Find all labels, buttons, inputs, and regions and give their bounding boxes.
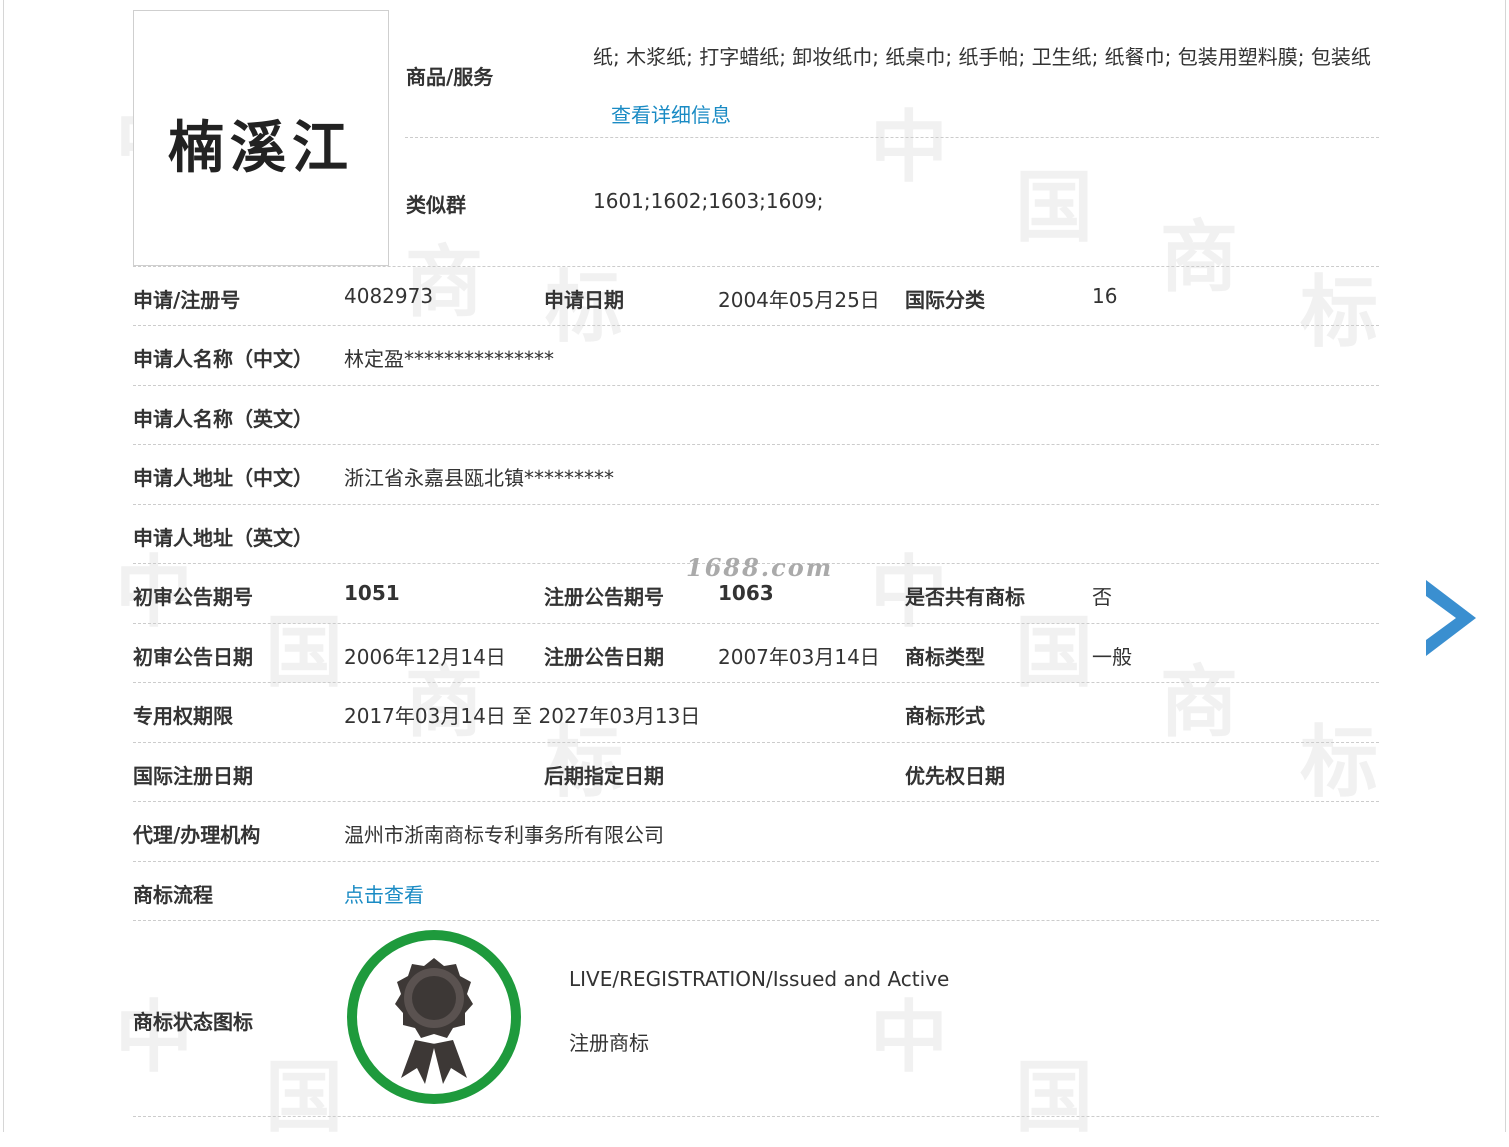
divider (133, 682, 1379, 683)
applicant-cn-label: 申请人名称（中文） (133, 347, 313, 371)
process-link[interactable]: 点击查看 (344, 879, 424, 908)
apply-date-label: 申请日期 (544, 288, 624, 312)
applicant-cn-value: 林定盈*************** (344, 347, 554, 371)
divider (133, 325, 1379, 326)
divider (133, 1116, 1379, 1117)
goods-label: 商品/服务 (406, 65, 494, 89)
priority-date-label: 优先权日期 (905, 764, 1005, 788)
intl-reg-date-label: 国际注册日期 (133, 764, 253, 788)
watermark-char: 中 (870, 993, 949, 1083)
divider (133, 385, 1379, 386)
divider (133, 266, 1379, 267)
shared-value: 否 (1092, 585, 1112, 609)
registration-badge-icon (347, 930, 521, 1104)
next-arrow-icon[interactable] (1426, 580, 1476, 656)
watermark-char: 国 (265, 608, 344, 698)
divider (133, 920, 1379, 921)
address-en-label: 申请人地址（英文） (133, 526, 313, 550)
status-en: LIVE/REGISTRATION/Issued and Active (569, 967, 950, 991)
agency-value: 温州市浙南商标专利事务所有限公司 (344, 823, 664, 847)
prelim-issue-value: 1051 (344, 581, 400, 605)
watermark-char: 国 (1015, 163, 1094, 253)
prelim-date-label: 初审公告日期 (133, 645, 253, 669)
address-cn-value: 浙江省永嘉县瓯北镇********* (344, 466, 614, 490)
frame-left-border (3, 0, 4, 1132)
reg-date-value: 2007年03月14日 (718, 645, 880, 669)
divider (133, 444, 1379, 445)
goods-detail-link[interactable]: 查看详细信息 (611, 103, 731, 127)
status-icon-label: 商标状态图标 (133, 1010, 253, 1034)
reg-date-label: 注册公告日期 (544, 645, 664, 669)
divider (133, 861, 1379, 862)
exclusive-period-label: 专用权期限 (133, 704, 233, 728)
watermark-char: 国 (1015, 1053, 1094, 1143)
watermark-char: 国 (1015, 608, 1094, 698)
shared-label: 是否共有商标 (905, 585, 1025, 609)
goods-list: 纸; 木浆纸; 打字蜡纸; 卸妆纸巾; 纸桌巾; 纸手帕; 卫生纸; 纸餐巾; … (593, 28, 1383, 144)
divider (133, 504, 1379, 505)
process-label: 商标流程 (133, 883, 213, 907)
divider (133, 623, 1379, 624)
address-cn-label: 申请人地址（中文） (133, 466, 313, 490)
tm-type-label: 商标类型 (905, 645, 985, 669)
prelim-issue-label: 初审公告期号 (133, 585, 253, 609)
reg-issue-value: 1063 (718, 581, 774, 605)
site-watermark: 1688.com (686, 553, 834, 582)
intl-class-label: 国际分类 (905, 288, 985, 312)
trademark-image: 楠溪江 (133, 10, 389, 266)
watermark-char: 国 (265, 1053, 344, 1143)
trademark-image-text: 楠溪江 (168, 115, 354, 181)
watermark-char: 商 (1160, 658, 1239, 748)
similar-group-value: 1601;1602;1603;1609; (593, 189, 824, 213)
intl-class-value: 16 (1092, 284, 1118, 308)
exclusive-period-value: 2017年03月14日 至 2027年03月13日 (344, 704, 701, 728)
agency-label: 代理/办理机构 (133, 823, 261, 847)
watermark-char: 商 (405, 238, 484, 328)
tm-type-value: 一般 (1092, 645, 1132, 669)
applicant-en-label: 申请人名称（英文） (133, 407, 313, 431)
status-cn: 注册商标 (569, 1031, 649, 1055)
reg-issue-label: 注册公告期号 (544, 585, 664, 609)
later-date-label: 后期指定日期 (544, 764, 664, 788)
watermark-char: 标 (1300, 718, 1379, 808)
reg-no-label: 申请/注册号 (133, 288, 241, 312)
divider (133, 801, 1379, 802)
tm-form-label: 商标形式 (905, 704, 985, 728)
divider (133, 742, 1379, 743)
watermark-char: 商 (1160, 213, 1239, 303)
goods-text: 纸; 木浆纸; 打字蜡纸; 卸妆纸巾; 纸桌巾; 纸手帕; 卫生纸; 纸餐巾; … (593, 45, 1371, 69)
frame-right-border (1505, 0, 1506, 1132)
reg-no-value: 4082973 (344, 284, 434, 308)
divider (405, 137, 1379, 138)
apply-date-value: 2004年05月25日 (718, 288, 880, 312)
prelim-date-value: 2006年12月14日 (344, 645, 506, 669)
similar-group-label: 类似群 (406, 193, 466, 217)
